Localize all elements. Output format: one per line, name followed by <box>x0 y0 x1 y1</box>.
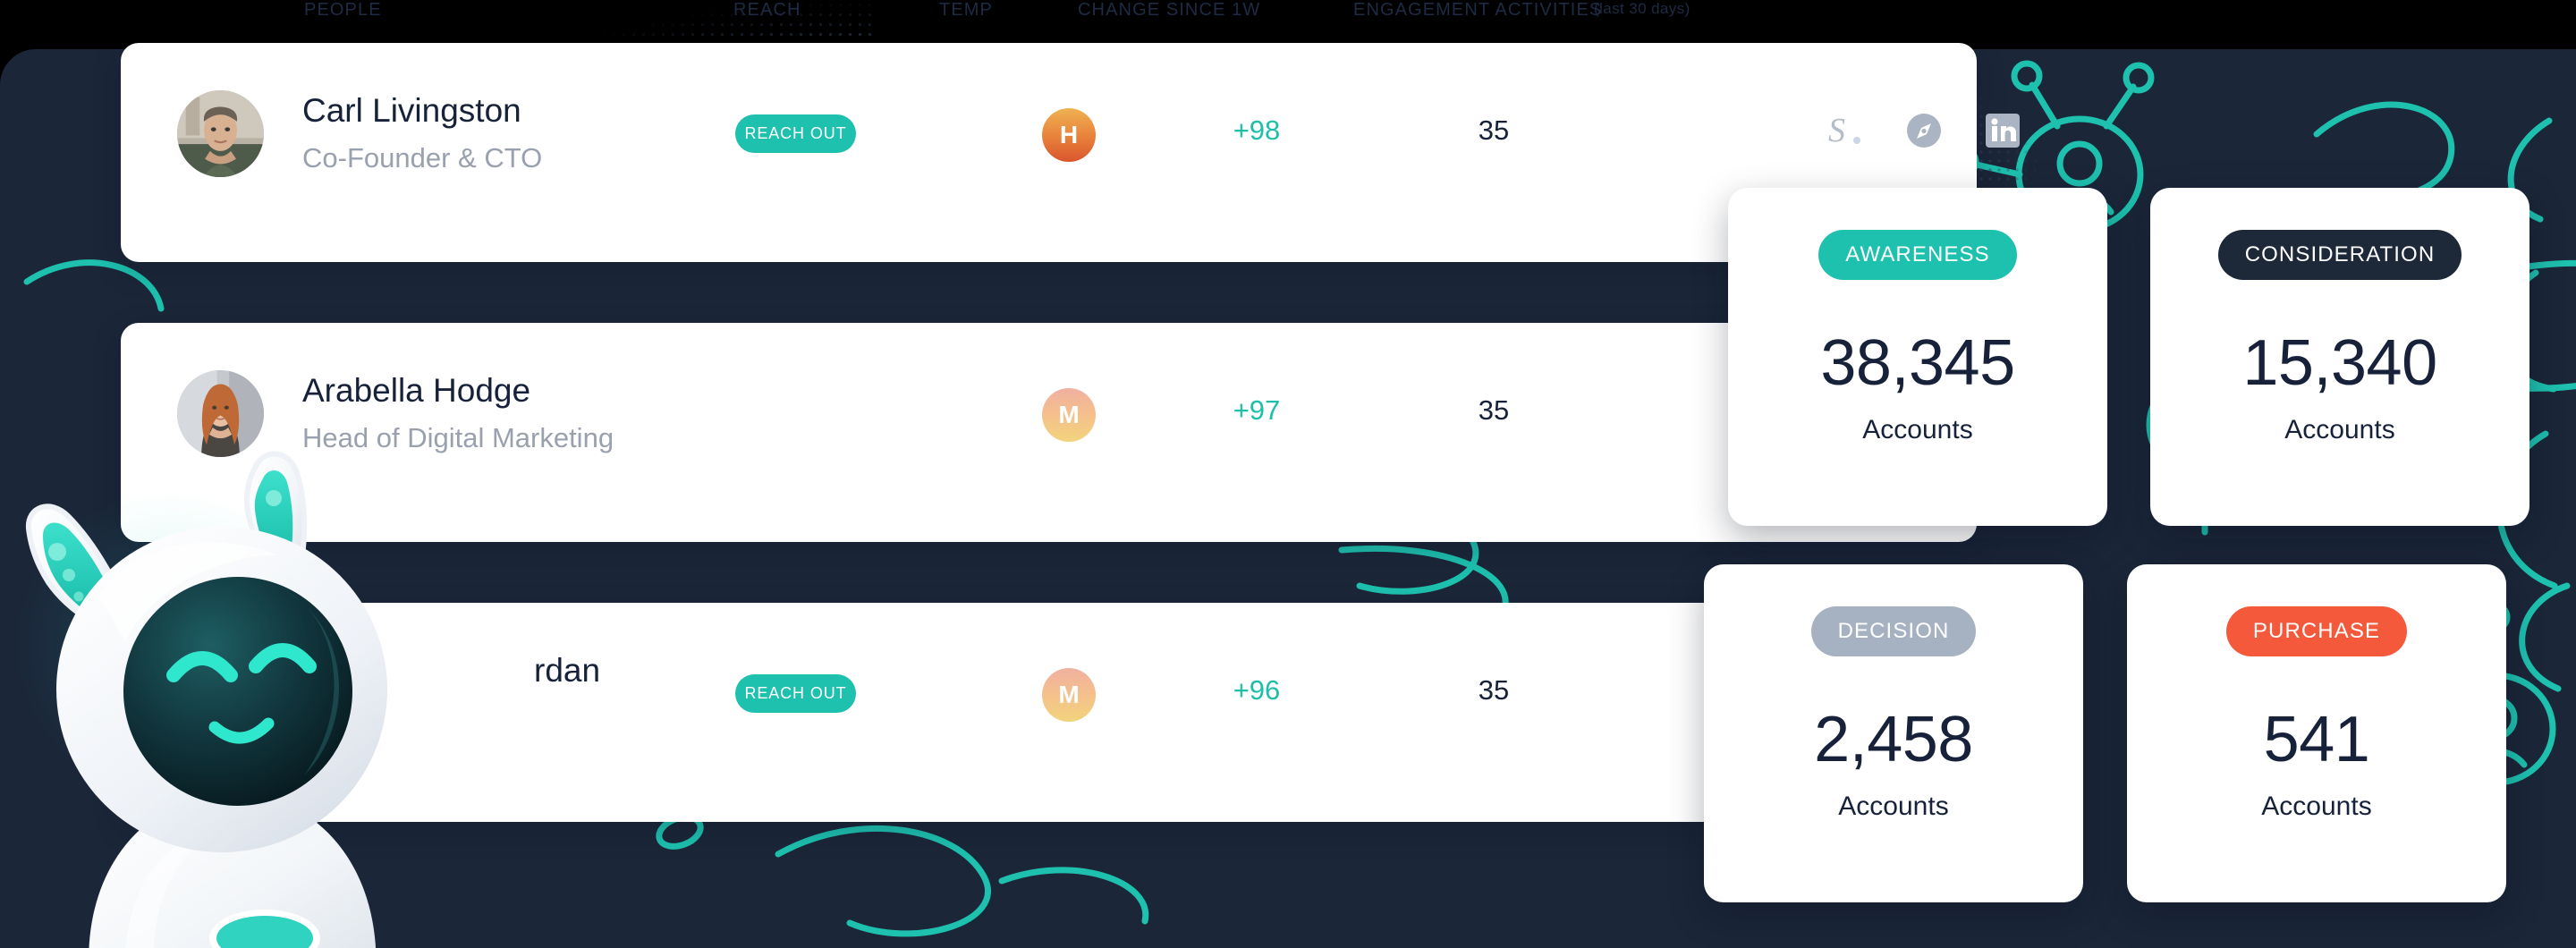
linkedin-icon[interactable] <box>1982 110 2023 151</box>
change-since-1w-value: +97 <box>1233 394 1281 426</box>
person-name: Arabella Hodge <box>302 372 531 409</box>
funnel-card-decision[interactable]: DECISION 2,458 Accounts <box>1704 564 2083 902</box>
status-badge: CONSIDERATION <box>2217 230 2462 280</box>
column-header-engagement: ENGAGEMENT ACTIVITIES <box>1353 0 1603 20</box>
engagement-channel-icons: S <box>1825 110 2023 151</box>
table-column-headers: PEOPLE REACH TEMP CHANGE SINCE 1W ENGAGE… <box>0 0 2576 27</box>
compass-icon[interactable] <box>1903 110 1945 151</box>
table-row[interactable]: Carl Livingston Co-Founder & CTO REACH O… <box>121 43 2020 262</box>
status-badge: AWARENESS <box>1818 230 2017 280</box>
change-since-1w-value: +98 <box>1233 114 1281 146</box>
table-row[interactable]: rdan REACH OUT M +96 35 <box>121 603 1977 822</box>
avatar <box>177 370 264 457</box>
funnel-card-unit: Accounts <box>2284 415 2395 444</box>
funnel-card-unit: Accounts <box>1838 791 1949 821</box>
column-header-reach: REACH <box>733 0 801 20</box>
funnel-card-value: 541 <box>2263 704 2370 775</box>
funnel-card-unit: Accounts <box>2261 791 2372 821</box>
funnel-card-purchase[interactable]: PURCHASE 541 Accounts <box>2127 564 2506 902</box>
reach-out-button[interactable]: REACH OUT <box>735 114 856 153</box>
column-header-temp: TEMP <box>939 0 993 20</box>
funnel-card-value: 15,340 <box>2242 327 2437 399</box>
status-badge: DECISION <box>1810 606 1977 656</box>
salesforce-icon[interactable]: S <box>1825 110 1866 151</box>
avatar-photo-carl <box>177 90 264 177</box>
table-row[interactable]: Arabella Hodge Head of Digital Marketing… <box>121 323 1977 542</box>
column-header-engagement-note: (last 30 days) <box>1594 0 1690 17</box>
funnel-card-value: 2,458 <box>1814 704 1973 775</box>
reach-out-button[interactable]: REACH OUT <box>735 674 856 713</box>
engagement-activities-value: 35 <box>1478 674 1510 706</box>
svg-text:S: S <box>1828 112 1845 149</box>
change-since-1w-value: +96 <box>1233 674 1281 706</box>
column-header-change-since-1w: CHANGE SINCE 1W <box>1078 0 1261 20</box>
funnel-card-unit: Accounts <box>1862 415 1973 444</box>
person-title: Co-Founder & CTO <box>302 142 543 174</box>
temp-badge: M <box>1042 668 1096 722</box>
status-badge: PURCHASE <box>2225 606 2408 656</box>
funnel-card-consideration[interactable]: CONSIDERATION 15,340 Accounts <box>2150 188 2529 526</box>
engagement-activities-value: 35 <box>1478 114 1510 146</box>
avatar-photo-arabella <box>177 370 264 457</box>
person-name: rdan <box>534 652 601 689</box>
funnel-card-value: 38,345 <box>1820 327 2015 399</box>
avatar <box>177 90 264 177</box>
temp-badge: M <box>1042 388 1096 442</box>
screenshot-root: PEOPLE REACH TEMP CHANGE SINCE 1W ENGAGE… <box>0 0 2576 948</box>
funnel-card-awareness[interactable]: AWARENESS 38,345 Accounts <box>1728 188 2107 526</box>
engagement-activities-value: 35 <box>1478 394 1510 426</box>
temp-badge: H <box>1042 108 1096 162</box>
person-title: Head of Digital Marketing <box>302 422 614 453</box>
column-header-people: PEOPLE <box>304 0 382 20</box>
person-name: Carl Livingston <box>302 92 521 129</box>
